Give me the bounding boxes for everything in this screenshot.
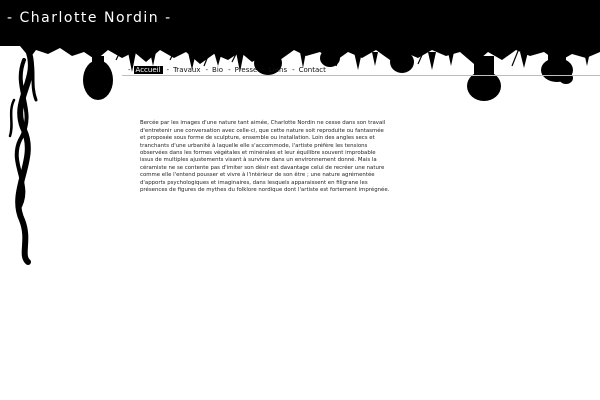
nav-item-contact[interactable]: Contact <box>298 66 327 74</box>
nav-item-accueil[interactable]: Accueil <box>133 66 163 74</box>
silhouette-artwork <box>0 40 600 265</box>
nav-separator: - <box>205 66 209 74</box>
nav-item-presse[interactable]: Presse <box>234 66 259 74</box>
main-nav: - Accueil - Travaux - Bio - Presse - Lie… <box>124 66 327 74</box>
nav-separator: - <box>262 66 265 74</box>
nav-divider <box>122 75 600 76</box>
site-title[interactable]: - Charlotte Nordin - <box>7 10 172 26</box>
nav-separator: - <box>128 66 131 74</box>
intro-paragraph: Bercée par les images d'une nature tant … <box>140 120 390 194</box>
nav-separator: - <box>292 66 295 74</box>
nav-item-travaux[interactable]: Travaux <box>172 66 201 74</box>
nav-item-bio[interactable]: Bio <box>211 66 224 74</box>
nav-separator: - <box>166 66 170 74</box>
page: - Charlotte Nordin - - Accueil - Travaux… <box>0 0 600 400</box>
nav-item-liens[interactable]: Liens <box>268 66 288 74</box>
nav-separator: - <box>228 66 231 74</box>
